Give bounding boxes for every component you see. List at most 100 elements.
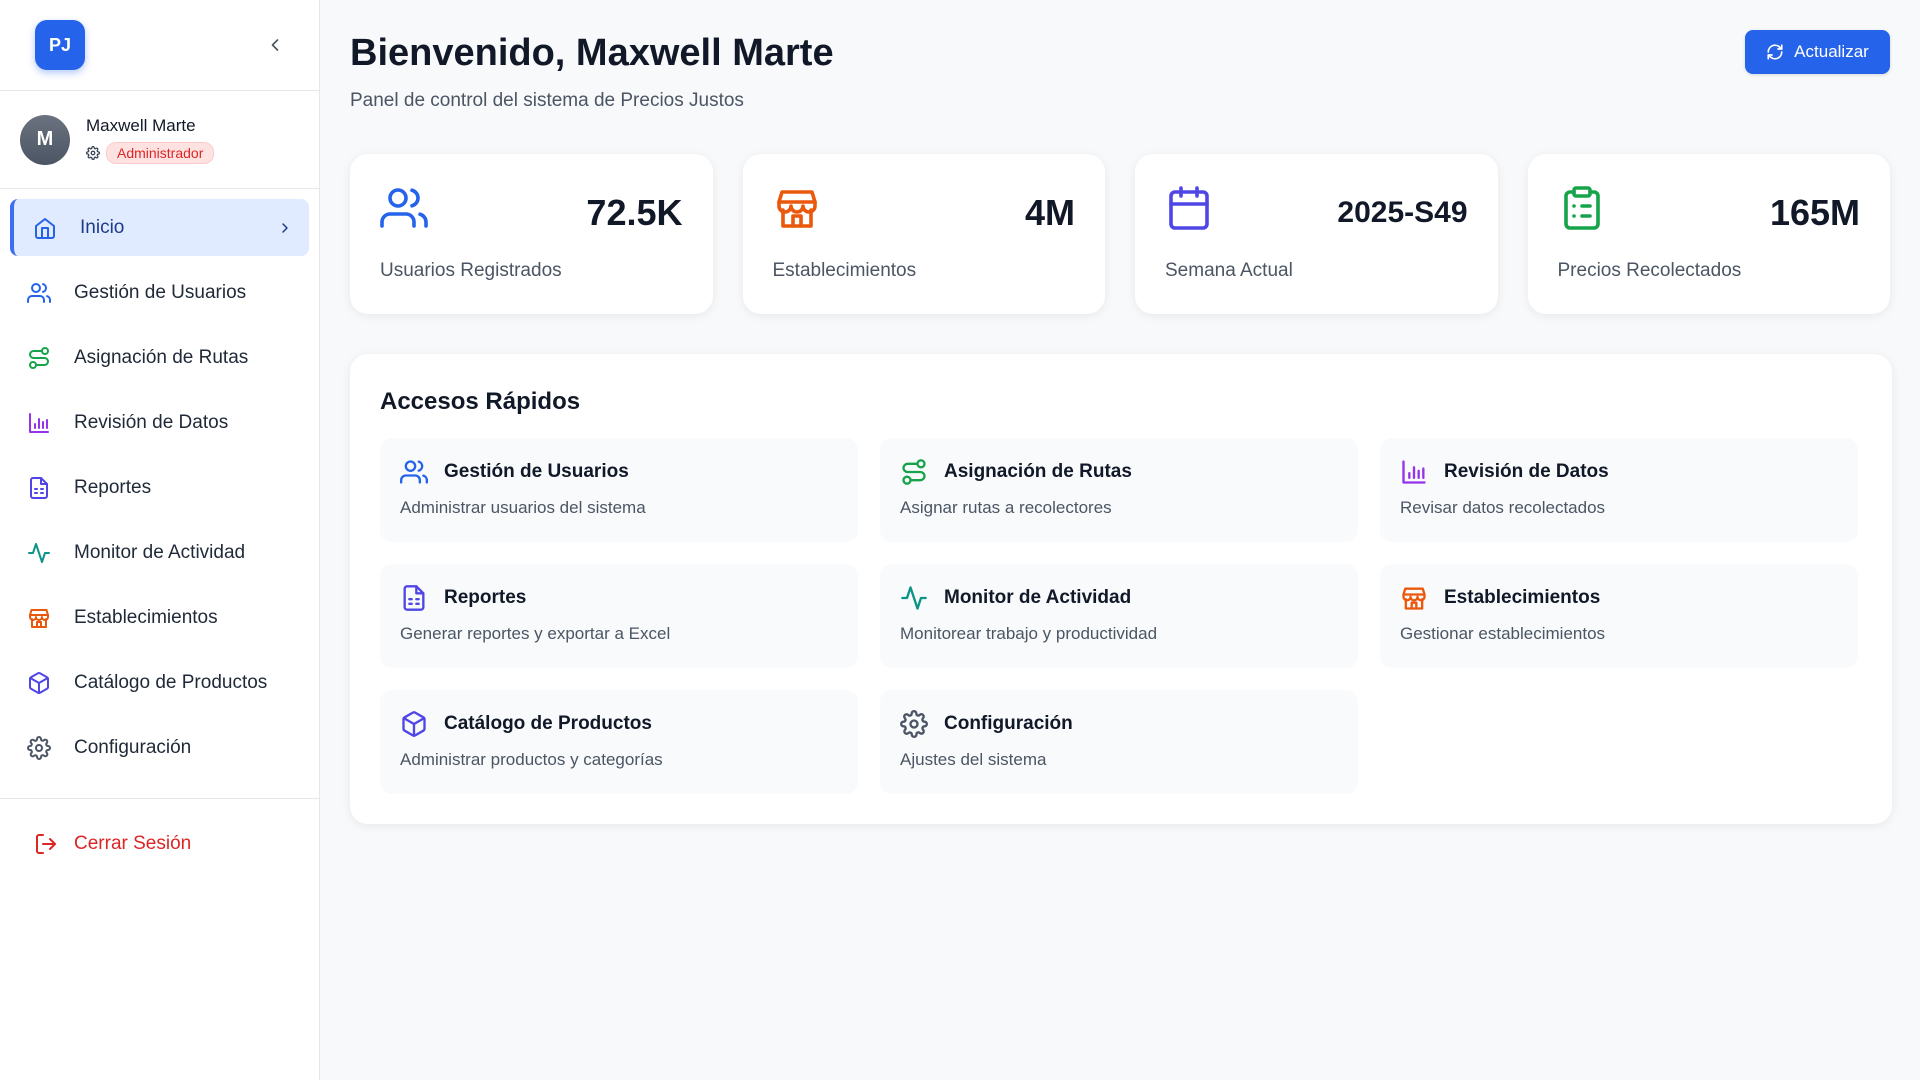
sidebar-item-inicio[interactable]: Inicio bbox=[10, 199, 309, 256]
page-subtitle: Panel de control del sistema de Precios … bbox=[350, 90, 744, 111]
stat-value: 2025-S49 bbox=[1337, 196, 1468, 229]
quick-access-establecimientos[interactable]: Establecimientos Gestionar establecimien… bbox=[1380, 564, 1858, 668]
sidebar-item-asignacion-rutas[interactable]: Asignación de Rutas bbox=[10, 329, 309, 386]
sidebar-item-label: Asignación de Rutas bbox=[74, 346, 249, 368]
user-profile: M Maxwell Marte Administrador bbox=[0, 91, 319, 189]
quick-access-desc: Ajustes del sistema bbox=[900, 750, 1047, 769]
gear-icon bbox=[900, 710, 928, 738]
avatar: M bbox=[20, 114, 70, 165]
app-logo: PJ bbox=[35, 20, 85, 70]
quick-access-title-text: Gestión de Usuarios bbox=[444, 461, 629, 482]
chevron-right-icon bbox=[282, 222, 288, 233]
quick-access-catalogo-productos[interactable]: Catálogo de Productos Administrar produc… bbox=[380, 690, 858, 794]
stat-value: 165M bbox=[1769, 192, 1860, 233]
quick-access-title: Accesos Rápidos bbox=[380, 388, 581, 415]
sidebar-item-revision-datos[interactable]: Revisión de Datos bbox=[10, 394, 309, 451]
sidebar-item-label: Gestión de Usuarios bbox=[74, 281, 247, 303]
quick-access-title-text: Revisión de Datos bbox=[1444, 461, 1609, 482]
bar-chart-icon bbox=[1402, 460, 1426, 484]
collapse-sidebar-button[interactable] bbox=[259, 29, 291, 61]
store-icon bbox=[1402, 587, 1426, 610]
route-icon bbox=[902, 459, 926, 485]
bar-chart-icon bbox=[29, 412, 49, 433]
sidebar-header: PJ bbox=[0, 0, 319, 91]
gear-icon bbox=[27, 735, 51, 760]
sidebar-item-label: Inicio bbox=[80, 216, 125, 238]
logout-button[interactable]: Cerrar Sesión bbox=[10, 815, 309, 873]
sidebar-item-reportes[interactable]: Reportes bbox=[10, 459, 309, 516]
store-icon bbox=[776, 190, 817, 228]
file-text-icon bbox=[403, 585, 425, 611]
quick-access-panel: Accesos Rápidos Gestión de Usuarios Admi… bbox=[350, 354, 1892, 824]
sidebar-item-label: Monitor de Actividad bbox=[74, 541, 246, 563]
package-icon bbox=[29, 671, 49, 694]
gear-icon bbox=[86, 145, 100, 160]
file-text-icon bbox=[30, 476, 48, 499]
quick-access-desc: Administrar usuarios del sistema bbox=[400, 498, 646, 517]
refresh-label: Actualizar bbox=[1794, 42, 1869, 61]
quick-access-desc: Asignar rutas a recolectores bbox=[900, 498, 1112, 517]
quick-access-title-text: Configuración bbox=[944, 713, 1073, 734]
refresh-icon bbox=[1767, 44, 1783, 60]
users-icon bbox=[400, 460, 428, 484]
sidebar-item-monitor-actividad[interactable]: Monitor de Actividad bbox=[10, 524, 309, 581]
sidebar-divider bbox=[0, 798, 319, 799]
activity-icon bbox=[28, 542, 50, 563]
quick-access-title-text: Establecimientos bbox=[1444, 587, 1601, 608]
users-icon bbox=[27, 282, 51, 303]
quick-access-gestion-usuarios[interactable]: Gestión de Usuarios Administrar usuarios… bbox=[380, 438, 858, 542]
page-header: Bienvenido, Maxwell Marte Panel de contr… bbox=[350, 0, 1890, 150]
quick-access-desc: Generar reportes y exportar a Excel bbox=[400, 624, 671, 643]
package-icon bbox=[402, 711, 426, 737]
logout-label: Cerrar Sesión bbox=[74, 833, 192, 854]
activity-icon bbox=[901, 586, 927, 610]
page-title: Bienvenido, Maxwell Marte bbox=[350, 32, 834, 74]
main-content: Bienvenido, Maxwell Marte Panel de contr… bbox=[350, 0, 1892, 824]
chevron-left-icon bbox=[271, 39, 279, 51]
quick-access-asignacion-rutas[interactable]: Asignación de Rutas Asignar rutas a reco… bbox=[880, 438, 1358, 542]
quick-access-desc: Administrar productos y categorías bbox=[400, 750, 663, 769]
stat-card-precios: 165M Precios Recolectados bbox=[1527, 154, 1890, 314]
stat-label: Establecimientos bbox=[772, 260, 917, 281]
sidebar-item-catalogo-productos[interactable]: Catálogo de Productos bbox=[10, 654, 309, 711]
quick-access-title-text: Catálogo de Productos bbox=[444, 713, 652, 734]
user-name: Maxwell Marte bbox=[86, 115, 196, 135]
quick-access-grid: Gestión de Usuarios Administrar usuarios… bbox=[380, 438, 1862, 794]
stat-card-usuarios: 72.5K Usuarios Registrados bbox=[350, 154, 713, 314]
quick-access-title-text: Monitor de Actividad bbox=[944, 587, 1132, 608]
sidebar-item-gestion-usuarios[interactable]: Gestión de Usuarios bbox=[10, 264, 309, 321]
sidebar-item-establecimientos[interactable]: Establecimientos bbox=[10, 589, 309, 646]
quick-access-desc: Monitorear trabajo y productividad bbox=[900, 624, 1158, 643]
quick-access-title-text: Asignación de Rutas bbox=[944, 461, 1132, 482]
sidebar-nav: Inicio Gestión de Usuarios Asignación de… bbox=[0, 189, 319, 776]
quick-access-monitor-actividad[interactable]: Monitor de Actividad Monitorear trabajo … bbox=[880, 564, 1358, 668]
quick-access-desc: Revisar datos recolectados bbox=[1400, 498, 1606, 517]
stat-card-establecimientos: 4M Establecimientos bbox=[742, 154, 1105, 314]
calendar-icon bbox=[1169, 186, 1209, 230]
home-icon bbox=[35, 217, 55, 239]
sidebar-item-configuracion[interactable]: Configuración bbox=[10, 719, 309, 776]
stat-label: Precios Recolectados bbox=[1557, 260, 1742, 281]
stat-label: Usuarios Registrados bbox=[380, 260, 562, 281]
clipboard-icon bbox=[1563, 186, 1600, 230]
sidebar-item-label: Configuración bbox=[74, 736, 192, 758]
quick-access-configuracion[interactable]: Configuración Ajustes del sistema bbox=[880, 690, 1358, 794]
quick-access-title-text: Reportes bbox=[444, 587, 527, 608]
store-icon bbox=[29, 608, 49, 628]
sidebar-item-label: Establecimientos bbox=[74, 606, 218, 628]
users-icon bbox=[380, 188, 428, 228]
stat-value: 72.5K bbox=[586, 192, 683, 233]
route-icon bbox=[29, 346, 49, 369]
sidebar-item-label: Reportes bbox=[74, 476, 152, 498]
stat-label: Semana Actual bbox=[1165, 260, 1293, 281]
role-badge: Administrador bbox=[106, 141, 215, 164]
quick-access-reportes[interactable]: Reportes Generar reportes y exportar a E… bbox=[380, 564, 858, 668]
stat-card-semana: 2025-S49 Semana Actual bbox=[1135, 154, 1498, 314]
sidebar-item-label: Catálogo de Productos bbox=[74, 671, 268, 693]
stat-value: 4M bbox=[1024, 192, 1075, 233]
sidebar-item-label: Revisión de Datos bbox=[74, 411, 229, 433]
quick-access-desc: Gestionar establecimientos bbox=[1400, 624, 1606, 643]
quick-access-revision-datos[interactable]: Revisión de Datos Revisar datos recolect… bbox=[1380, 438, 1858, 542]
stats-row: 72.5K Usuarios Registrados 4M Establecim… bbox=[350, 154, 1890, 314]
refresh-button[interactable]: Actualizar bbox=[1745, 30, 1890, 74]
